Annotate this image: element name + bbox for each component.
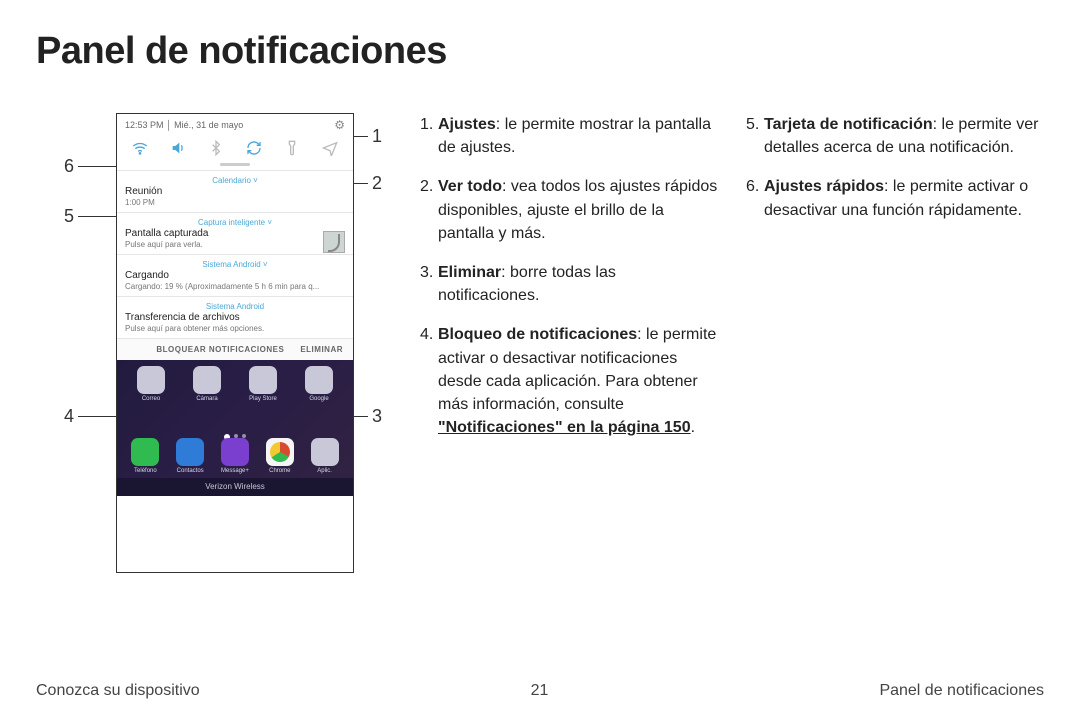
panel-handle[interactable]: [220, 163, 250, 166]
screenshot-thumbnail: [323, 231, 345, 253]
notification-title: Pantalla capturada: [125, 228, 345, 239]
annotated-diagram: 6 5 4 1 2 3 12:53 PM │ Mié., 31 de mayo …: [36, 113, 396, 593]
notification-subtext: Pulse aquí para verla.: [125, 240, 345, 249]
home-screen: Correo Cámara Play Store Google Teléfono…: [117, 360, 353, 496]
callout-6: 6: [64, 156, 74, 177]
legend-item-2: 2. Ver todo: vea todos los ajustes rápid…: [420, 175, 718, 245]
legend-item-6: 6. Ajustes rápidos: le permite activar o…: [746, 175, 1044, 221]
callout-1: 1: [372, 126, 382, 147]
cross-reference-link[interactable]: "Notificaciones" en la página 150: [438, 419, 691, 436]
app-chrome[interactable]: Chrome: [260, 438, 300, 474]
rotate-icon[interactable]: [246, 140, 262, 156]
airplane-icon[interactable]: [322, 140, 338, 156]
callout-4: 4: [64, 406, 74, 427]
gear-icon[interactable]: ⚙: [334, 118, 345, 132]
legend-item-5: 5. Tarjeta de notificación: le permite v…: [746, 113, 1044, 159]
notification-title: Cargando: [125, 270, 345, 281]
clear-button[interactable]: ELIMINAR: [300, 345, 343, 354]
carrier-label: Verizon Wireless: [117, 478, 353, 496]
legend-item-4: 4. Bloqueo de notificaciones: le permite…: [420, 323, 718, 439]
wifi-icon[interactable]: [132, 140, 148, 156]
bluetooth-icon[interactable]: [208, 140, 224, 156]
app-camera[interactable]: Cámara: [187, 366, 227, 402]
legend-item-1: 1. Ajustes: le permite mostrar la pantal…: [420, 113, 718, 159]
legend-item-3: 3. Eliminar: borre todas las notificacio…: [420, 261, 718, 307]
flashlight-icon[interactable]: [284, 140, 300, 156]
notification-card[interactable]: Sistema Android ˅ Cargando Cargando: 19 …: [117, 254, 353, 296]
status-bar: 12:53 PM │ Mié., 31 de mayo ⚙: [117, 114, 353, 134]
notification-subtext: 1:00 PM: [125, 198, 345, 207]
device-screenshot: 12:53 PM │ Mié., 31 de mayo ⚙: [116, 113, 354, 573]
legend-num: 2.: [420, 175, 438, 245]
app-phone[interactable]: Teléfono: [125, 438, 165, 474]
legend-text: Eliminar: borre todas las notificaciones…: [438, 261, 718, 307]
legend-num: 6.: [746, 175, 764, 221]
callout-3: 3: [372, 406, 382, 427]
notification-subtext: Pulse aquí para obtener más opciones.: [125, 324, 345, 333]
block-notifications-button[interactable]: BLOQUEAR NOTIFICACIONES: [156, 345, 284, 354]
notification-app: Sistema Android ˅: [125, 260, 345, 269]
legend-num: 5.: [746, 113, 764, 159]
legend-col-2: 5. Tarjeta de notificación: le permite v…: [746, 113, 1044, 455]
notification-card[interactable]: Captura inteligente ˅ Pantalla capturada…: [117, 212, 353, 254]
notification-app: Captura inteligente ˅: [125, 218, 345, 227]
legend-num: 1.: [420, 113, 438, 159]
home-dock: Teléfono Contactos Message+ Chrome Aplic…: [117, 438, 353, 474]
legend-num: 3.: [420, 261, 438, 307]
app-google[interactable]: Google: [299, 366, 339, 402]
legend-text: Tarjeta de notificación: le permite ver …: [764, 113, 1044, 159]
content-area: 6 5 4 1 2 3 12:53 PM │ Mié., 31 de mayo …: [36, 113, 1044, 593]
notification-title: Reunión: [125, 186, 345, 197]
footer-right: Panel de notificaciones: [879, 682, 1044, 700]
legend-text: Ver todo: vea todos los ajustes rápidos …: [438, 175, 718, 245]
legend-columns: 1. Ajustes: le permite mostrar la pantal…: [420, 113, 1044, 455]
notification-card[interactable]: Calendario ˅ Reunión 1:00 PM: [117, 170, 353, 212]
callout-5: 5: [64, 206, 74, 227]
notification-subtext: Cargando: 19 % (Aproximadamente 5 h 6 mi…: [125, 282, 345, 291]
legend-num: 4.: [420, 323, 438, 439]
status-time: 12:53 PM │ Mié., 31 de mayo: [125, 120, 243, 130]
legend-text: Ajustes: le permite mostrar la pantalla …: [438, 113, 718, 159]
footer-left: Conozca su dispositivo: [36, 682, 200, 700]
page-footer: Conozca su dispositivo 21 Panel de notif…: [36, 682, 1044, 700]
legend-text: Bloqueo de notificaciones: le permite ac…: [438, 323, 718, 439]
notification-app: Sistema Android: [125, 302, 345, 311]
notification-actions: BLOQUEAR NOTIFICACIONES ELIMINAR: [117, 338, 353, 360]
legend-text: Ajustes rápidos: le permite activar o de…: [764, 175, 1044, 221]
page-title: Panel de notificaciones: [36, 30, 1044, 73]
callout-2: 2: [372, 173, 382, 194]
notification-app: Calendario ˅: [125, 176, 345, 185]
app-message[interactable]: Message+: [215, 438, 255, 474]
app-apps[interactable]: Aplic.: [305, 438, 345, 474]
app-mail[interactable]: Correo: [131, 366, 171, 402]
home-apps-row: Correo Cámara Play Store Google: [117, 366, 353, 402]
legend-col-1: 1. Ajustes: le permite mostrar la pantal…: [420, 113, 718, 455]
notification-title: Transferencia de archivos: [125, 312, 345, 323]
footer-page-number: 21: [531, 682, 549, 700]
sound-icon[interactable]: [170, 140, 186, 156]
app-contacts[interactable]: Contactos: [170, 438, 210, 474]
notification-card[interactable]: Sistema Android Transferencia de archivo…: [117, 296, 353, 338]
quick-settings-row: [117, 134, 353, 160]
app-play-store[interactable]: Play Store: [243, 366, 283, 402]
